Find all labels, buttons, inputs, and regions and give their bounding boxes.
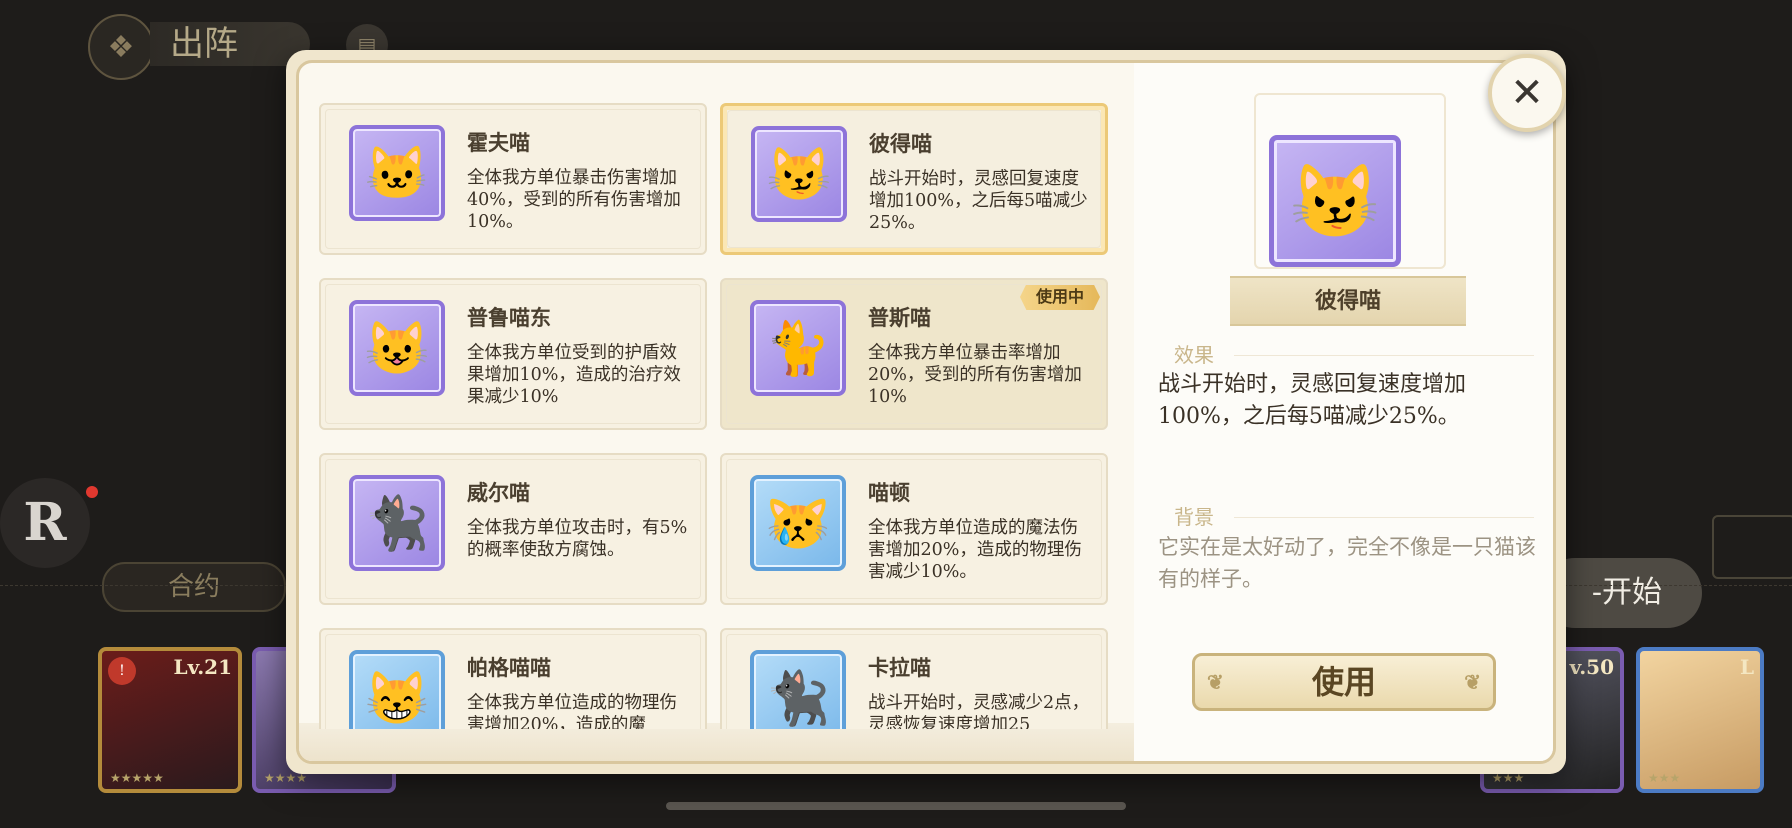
in-use-badge: 使用中 <box>1019 284 1100 310</box>
divider <box>1234 355 1534 356</box>
background-text: 它实在是太好动了，完全不像是一只猫该有的样子。 <box>1158 535 1536 591</box>
cat-description: 全体我方单位造成的物理伤害增加20%，造成的魔 <box>467 693 677 729</box>
notification-dot <box>86 486 98 498</box>
background-label: 背景 <box>1174 505 1214 529</box>
cat-card[interactable]: 🐈‍⬛ 威尔喵全体我方单位攻击时，有5%的概率使敌方腐蚀。 <box>319 453 707 605</box>
star-icons: ★★★ <box>1648 771 1681 785</box>
card-level: L <box>1739 655 1754 679</box>
close-button[interactable]: ✕ <box>1488 54 1566 132</box>
effect-label: 效果 <box>1174 343 1214 367</box>
cat-card[interactable]: 🐈‍⬛ 卡拉喵战斗开始时，灵感减少2点，灵感恢复速度增加25 <box>720 628 1108 729</box>
cat-description: 战斗开始时，灵感回复速度增加100%，之后每5喵减少25%。 <box>869 169 1088 233</box>
cat-description: 全体我方单位造成的魔法伤害增加20%，造成的物理伤害减少10%。 <box>868 518 1082 582</box>
character-card[interactable]: L ★★★ <box>1636 647 1764 793</box>
card-level: Lv.21 <box>173 655 232 679</box>
cat-description: 全体我方单位暴击率增加20%，受到的所有伤害增加10% <box>868 343 1082 407</box>
cat-icon: 🐈 <box>750 300 846 396</box>
cat-card[interactable]: 😺 普鲁喵东全体我方单位受到的护盾效果增加10%，造成的治疗效果减少10% <box>319 278 707 430</box>
cat-name: 帕格喵喵 <box>467 655 551 680</box>
card-level: v.50 <box>1569 655 1614 679</box>
role-badge-icon: ! <box>108 657 136 685</box>
right-decoration <box>1712 515 1792 579</box>
cat-name: 霍夫喵 <box>467 130 530 155</box>
detail-name: 彼得喵 <box>1230 276 1466 326</box>
cat-card[interactable]: 😼 彼得喵战斗开始时，灵感回复速度增加100%，之后每5喵减少25%。 <box>720 103 1108 255</box>
use-button[interactable]: 使用 <box>1192 653 1496 711</box>
cat-card[interactable]: 🐱 霍夫喵全体我方单位暴击伤害增加40%，受到的所有伤害增加10%。 <box>319 103 707 255</box>
page-title: 出阵 <box>150 22 310 66</box>
cat-icon: 🐈‍⬛ <box>349 475 445 571</box>
cat-icon: 😼 <box>751 126 847 222</box>
cat-name: 彼得喵 <box>869 131 932 156</box>
r-logo-icon[interactable]: R <box>0 478 90 568</box>
cat-description: 全体我方单位攻击时，有5%的概率使敌方腐蚀。 <box>467 518 688 560</box>
cat-name: 威尔喵 <box>467 480 530 505</box>
cat-icon: 😸 <box>349 650 445 729</box>
cat-icon: 😺 <box>349 300 445 396</box>
cat-name: 普斯喵 <box>868 305 931 330</box>
close-icon: ✕ <box>1510 70 1544 116</box>
cat-icon: 🐈‍⬛ <box>750 650 846 729</box>
cat-name: 普鲁喵东 <box>467 305 551 330</box>
effect-text: 战斗开始时，灵感回复速度增加100%，之后每5喵减少25%。 <box>1158 372 1467 429</box>
detail-portrait: 😼 <box>1269 135 1401 267</box>
cat-card[interactable]: 🐈 普斯喵全体我方单位暴击率增加20%，受到的所有伤害增加10% 使用中 <box>720 278 1108 430</box>
cat-select-modal: 🐱 霍夫喵 全体我方单位暴击伤害增加40%，受到的所有伤害增加10%。 😼 彼得喵 战斗开… <box>296 60 1556 764</box>
cat-description: 战斗开始时，灵感减少2点，灵感恢复速度增加25 <box>868 693 1090 729</box>
divider <box>1234 517 1534 518</box>
cat-icon: 🐱 <box>349 125 445 221</box>
cat-card[interactable]: 😿 喵顿全体我方单位造成的魔法伤害增加20%，造成的物理伤害减少10%。 <box>720 453 1108 605</box>
back-logo-icon[interactable]: ❖ <box>88 14 154 80</box>
character-card[interactable]: ! Lv.21 ★★★★★ <box>98 647 242 793</box>
cat-list[interactable]: 🐱 霍夫喵全体我方单位暴击伤害增加40%，受到的所有伤害增加10%。 😼 彼得喵战斗开… <box>319 103 1119 729</box>
cat-icon: 😿 <box>750 475 846 571</box>
cat-card[interactable]: 😸 帕格喵喵全体我方单位造成的物理伤害增加20%，造成的魔 <box>319 628 707 729</box>
cat-name: 喵顿 <box>868 480 910 505</box>
detail-pane: 😼 彼得喵 效果 战斗开始时，灵感回复速度增加100%，之后每5喵减少25%。 … <box>1134 63 1553 761</box>
cat-description: 全体我方单位暴击伤害增加40%，受到的所有伤害增加10%。 <box>467 168 681 232</box>
star-icons: ★★★★★ <box>110 771 164 785</box>
cat-description: 全体我方单位受到的护盾效果增加10%，造成的治疗效果减少10% <box>467 343 681 407</box>
cat-name: 卡拉喵 <box>868 655 931 680</box>
scrollbar[interactable] <box>666 802 1126 810</box>
